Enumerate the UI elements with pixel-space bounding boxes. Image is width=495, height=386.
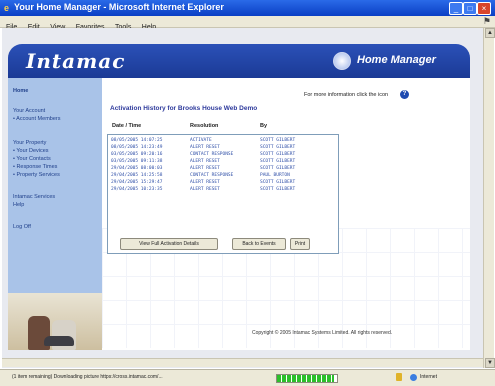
sidebar-item-log-off[interactable]: Log Off	[13, 224, 31, 230]
status-text: (1 item remaining) Downloading picture h…	[12, 374, 163, 380]
horizontal-scrollbar[interactable]	[2, 358, 483, 367]
sidebar-item-home[interactable]: Home	[13, 88, 28, 94]
close-button[interactable]: ×	[477, 2, 491, 15]
scroll-up-icon[interactable]: ▲	[485, 28, 495, 38]
home-manager-title: Home Manager	[357, 54, 436, 66]
status-bar: (1 item remaining) Downloading picture h…	[0, 369, 495, 386]
lock-icon	[396, 373, 402, 381]
sidebar-item-account-members[interactable]: • Account Members	[13, 116, 60, 122]
windows-flag-icon: ⚑	[482, 16, 491, 26]
laptop-figure	[44, 336, 74, 346]
activation-history-list[interactable]: 08/05/2005 14:07:25 ACTIVATE SCOTT GILBE…	[107, 134, 339, 254]
download-progress	[276, 374, 338, 383]
sidebar-item-your-contacts[interactable]: • Your Contacts	[13, 156, 51, 162]
column-header-resolution: Resolution	[190, 123, 219, 129]
family-photo	[8, 293, 102, 350]
intamac-logo[interactable]: Intamac	[26, 49, 125, 73]
sidebar-item-your-devices[interactable]: • Your Devices	[13, 148, 49, 154]
menu-bar: File Edit View Favorites Tools Help ⚑	[0, 16, 495, 31]
view-details-button[interactable]: View Full Activation Details	[120, 238, 218, 250]
window-title: Your Home Manager - Microsoft Internet E…	[14, 2, 224, 12]
sidebar-item-your-property[interactable]: Your Property	[13, 140, 46, 146]
sidebar-item-help[interactable]: Help	[13, 202, 24, 208]
sidebar-item-intamac-services[interactable]: Intamac Services	[13, 194, 55, 200]
sidebar-item-property-services[interactable]: • Property Services	[13, 172, 60, 178]
window-titlebar: e Your Home Manager - Microsoft Internet…	[0, 0, 495, 16]
info-icon[interactable]: ?	[400, 90, 409, 99]
progress-fill	[277, 375, 334, 382]
copyright-text: Copyright © 2005 Intamac Systems Limited…	[252, 330, 393, 336]
column-header-by: By	[260, 123, 268, 129]
print-button[interactable]: Print	[290, 238, 310, 250]
info-text: For more information click the icon	[304, 92, 389, 98]
security-zone: Internet	[420, 374, 437, 380]
page-title: Activation History for Brooks House Web …	[110, 105, 258, 112]
column-header-datetime: Date / Time	[112, 123, 142, 129]
main-content: For more information click the icon ? Ac…	[102, 78, 470, 350]
scroll-down-icon[interactable]: ▼	[485, 358, 495, 368]
sidebar-item-response-times[interactable]: • Response Times	[13, 164, 57, 170]
sidebar-item-your-account[interactable]: Your Account	[13, 108, 45, 114]
back-to-events-button[interactable]: Back to Events	[232, 238, 286, 250]
maximize-button[interactable]: □	[463, 2, 477, 15]
home-manager-icon	[333, 52, 351, 70]
internet-zone-icon	[410, 374, 417, 381]
vertical-scrollbar[interactable]: ▲ ▼	[483, 28, 495, 368]
minimize-button[interactable]: _	[449, 2, 463, 15]
ie-icon: e	[4, 3, 10, 13]
site-header: Intamac Home Manager	[8, 44, 470, 78]
